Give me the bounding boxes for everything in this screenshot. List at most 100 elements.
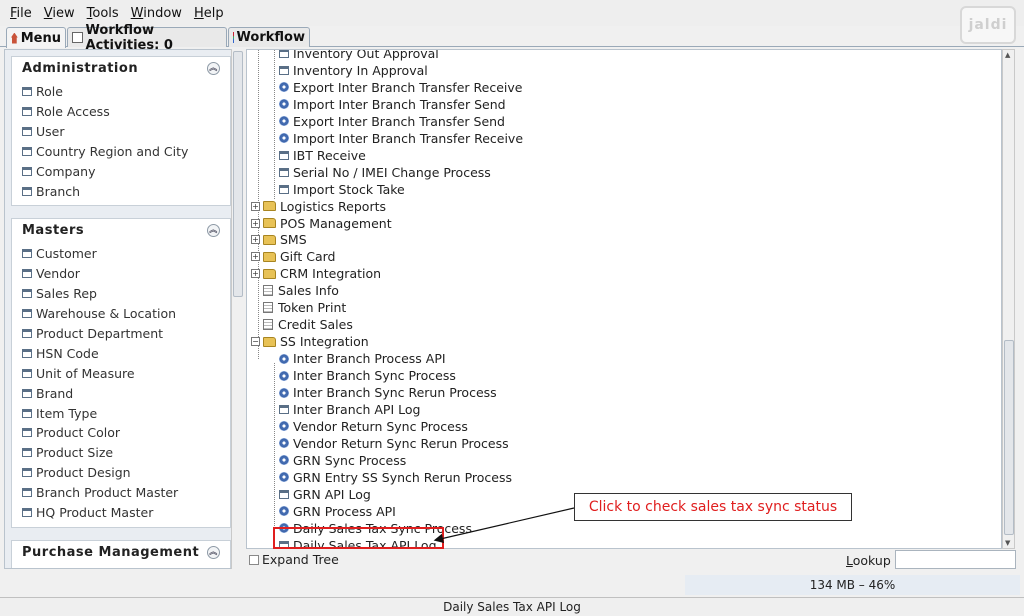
sidebar-item[interactable]: Item Type: [22, 403, 230, 423]
window-icon: [22, 186, 32, 196]
lookup-input[interactable]: [895, 550, 1016, 569]
tree-item-label: Inventory In Approval: [293, 62, 428, 78]
window-icon: [279, 150, 289, 160]
collapse-icon[interactable]: ︽: [207, 223, 220, 237]
tree-item[interactable]: Export Inter Branch Transfer Receive: [279, 79, 522, 96]
tree-item[interactable]: Inter Branch Process API: [279, 350, 446, 367]
folder-icon: [263, 201, 276, 212]
tree-item-label: Sales Info: [278, 283, 339, 299]
process-icon: [279, 116, 289, 127]
window-icon: [22, 468, 32, 478]
sidebar-item[interactable]: Sales Rep: [22, 284, 230, 304]
tree-item[interactable]: GRN API Log: [279, 486, 371, 503]
tree-folder[interactable]: Logistics Reports: [263, 198, 386, 215]
tree-folder[interactable]: SS Integration: [263, 333, 369, 350]
tree-folder[interactable]: Gift Card: [263, 248, 335, 265]
sidebar-item[interactable]: Role: [22, 82, 230, 102]
tab-workflow[interactable]: Workflow: [228, 27, 310, 47]
tree-item[interactable]: Inventory Out Approval: [279, 50, 439, 62]
window-icon: [22, 329, 32, 338]
sidebar-item[interactable]: Unit of Measure: [22, 363, 230, 383]
expand-node-icon[interactable]: +: [251, 201, 260, 211]
tree-item[interactable]: Inventory In Approval: [279, 62, 428, 79]
sidebar-item[interactable]: User: [22, 122, 230, 142]
tree-item[interactable]: GRN Entry SS Synch Rerun Process: [279, 469, 512, 486]
section-title: Purchase Management: [22, 544, 200, 560]
menu-file[interactable]: File: [4, 6, 38, 21]
scroll-thumb[interactable]: [233, 51, 243, 297]
tree-item[interactable]: Serial No / IMEI Change Process: [279, 164, 491, 181]
tree-item-label: Vendor Return Sync Rerun Process: [293, 435, 509, 451]
sidebar-item[interactable]: Product Department: [22, 324, 230, 344]
scroll-up-icon[interactable]: ▲: [1005, 51, 1010, 59]
sidebar-item-label: Role: [36, 84, 63, 100]
tree-folder[interactable]: SMS: [263, 231, 307, 248]
process-icon: [279, 82, 289, 93]
sidebar-item[interactable]: Role Access: [22, 102, 230, 122]
tree-item[interactable]: Export Inter Branch Transfer Send: [279, 113, 505, 130]
tree-item[interactable]: Import Inter Branch Transfer Receive: [279, 130, 523, 147]
tree-item[interactable]: Import Inter Branch Transfer Send: [279, 96, 506, 113]
window-icon: [279, 184, 289, 194]
expand-node-icon[interactable]: +: [251, 252, 260, 262]
sidebar-item[interactable]: Branch: [22, 181, 230, 201]
sidebar-item-label: Product Size: [36, 445, 114, 461]
collapse-node-icon[interactable]: −: [251, 337, 260, 347]
expand-node-icon[interactable]: +: [251, 218, 260, 228]
sidebar-item[interactable]: Product Color: [22, 423, 230, 443]
tree-item[interactable]: Token Print: [263, 299, 346, 316]
memory-usage[interactable]: 134 MB – 46%: [685, 575, 1020, 595]
tree-item-label: Token Print: [278, 300, 347, 316]
tree-item-label: Gift Card: [280, 249, 336, 265]
sidebar-item[interactable]: Brand: [22, 383, 230, 403]
document-icon: [72, 32, 83, 43]
menu-window[interactable]: Window: [125, 6, 188, 21]
tree-item[interactable]: Vendor Return Sync Rerun Process: [279, 435, 509, 452]
menu-view[interactable]: View: [38, 6, 81, 21]
sidebar-item[interactable]: HSN Code: [22, 343, 230, 363]
tree-item[interactable]: Inter Branch API Log: [279, 401, 420, 418]
tree-item[interactable]: Sales Info: [263, 282, 339, 299]
expand-tree-checkbox[interactable]: Expand Tree: [249, 552, 339, 567]
sidebar-item[interactable]: Vendor: [22, 264, 230, 284]
sidebar-item[interactable]: Customer: [22, 244, 230, 264]
tree-folder[interactable]: CRM Integration: [263, 265, 381, 282]
sidebar-item[interactable]: Product Design: [22, 463, 230, 483]
sidebar-item[interactable]: Product Size: [22, 443, 230, 463]
menu-tools[interactable]: Tools: [81, 6, 125, 21]
sidebar-item[interactable]: Branch Product Master: [22, 483, 230, 503]
checkbox-icon[interactable]: [249, 554, 259, 565]
collapse-icon[interactable]: ︽: [207, 545, 220, 559]
scroll-down-icon[interactable]: ▼: [1005, 539, 1010, 547]
sidebar-item[interactable]: Warehouse & Location: [22, 304, 230, 324]
window-icon: [279, 489, 289, 499]
section-title: Masters: [22, 222, 85, 238]
sidebar-item-label: User: [36, 124, 65, 140]
expand-node-icon[interactable]: +: [251, 269, 260, 279]
tree-item[interactable]: Inter Branch Sync Rerun Process: [279, 384, 497, 401]
tree-item[interactable]: GRN Process API: [279, 503, 396, 520]
tab-menu[interactable]: Menu: [6, 27, 66, 48]
lookup-label: Lookup: [846, 553, 891, 568]
tab-workflow-activities[interactable]: Workflow Activities: 0: [67, 23, 227, 53]
expand-node-icon[interactable]: +: [251, 235, 260, 245]
sidebar-item[interactable]: HQ Product Master: [22, 503, 230, 523]
tree-item[interactable]: Import Stock Take: [279, 181, 405, 198]
tree-folder[interactable]: POS Management: [263, 215, 392, 232]
sidebar-scrollbar[interactable]: [231, 49, 244, 569]
scroll-thumb[interactable]: [1004, 340, 1014, 535]
collapse-icon[interactable]: ︽: [207, 61, 220, 75]
section-title: Administration: [22, 60, 139, 76]
tree-item-label: GRN Process API: [293, 503, 396, 519]
tree-item[interactable]: Vendor Return Sync Process: [279, 418, 468, 435]
tree-item[interactable]: GRN Sync Process: [279, 452, 406, 469]
sidebar-item[interactable]: Company: [22, 162, 230, 182]
tree-item[interactable]: IBT Receive: [279, 147, 366, 164]
sidebar-item-label: Product Color: [36, 425, 121, 441]
menu-help[interactable]: Help: [188, 6, 230, 21]
callout-arrow: [433, 507, 575, 544]
tree-item[interactable]: Credit Sales: [263, 316, 353, 333]
tree-item[interactable]: Inter Branch Sync Process: [279, 367, 456, 384]
sidebar-item[interactable]: Country Region and City: [22, 142, 230, 162]
tree-scrollbar[interactable]: ▲ ▼: [1002, 49, 1015, 549]
